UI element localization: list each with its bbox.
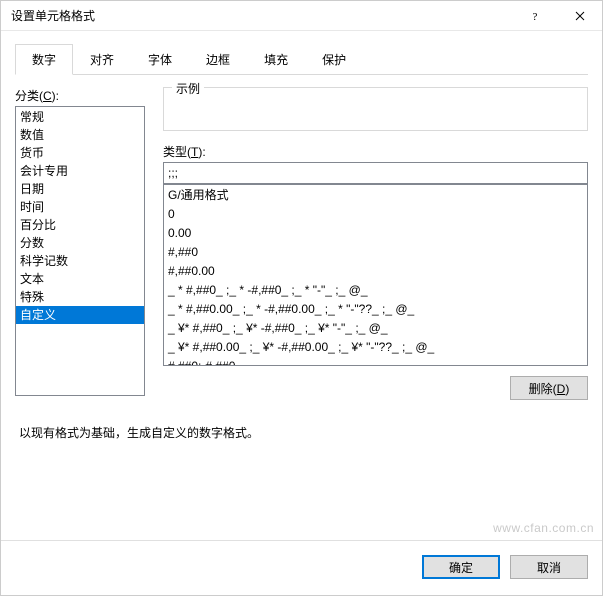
format-item[interactable]: _ ¥* #,##0_ ;_ ¥* -#,##0_ ;_ ¥* "-"_ ;_ …	[164, 319, 587, 338]
category-label-pre: 分类(	[15, 89, 43, 103]
tab-2[interactable]: 字体	[131, 44, 189, 75]
category-item[interactable]: 特殊	[16, 288, 144, 306]
window-title: 设置单元格格式	[1, 7, 512, 24]
tab-3[interactable]: 边框	[189, 44, 247, 75]
category-label-post: ):	[52, 89, 59, 103]
help-button[interactable]: ?	[512, 1, 557, 31]
delete-row: 删除(D)	[163, 376, 588, 400]
tab-0[interactable]: 数字	[15, 44, 73, 75]
help-icon: ?	[530, 11, 540, 21]
category-label-ak: C	[43, 89, 52, 103]
category-label: 分类(C):	[15, 87, 145, 104]
category-item[interactable]: 百分比	[16, 216, 144, 234]
footer-separator	[1, 540, 602, 541]
tab-4[interactable]: 填充	[247, 44, 305, 75]
category-item[interactable]: 科学记数	[16, 252, 144, 270]
category-item[interactable]: 分数	[16, 234, 144, 252]
type-label-post: ):	[198, 145, 205, 159]
category-panel: 分类(C): 常规数值货币会计专用日期时间百分比分数科学记数文本特殊自定义	[15, 87, 145, 400]
description-text: 以现有格式为基础，生成自定义的数字格式。	[19, 424, 584, 441]
format-item[interactable]: _ * #,##0.00_ ;_ * -#,##0.00_ ;_ * "-"??…	[164, 300, 587, 319]
close-button[interactable]	[557, 1, 602, 31]
category-item[interactable]: 数值	[16, 126, 144, 144]
format-item[interactable]: 0.00	[164, 224, 587, 243]
sample-group: 示例	[163, 87, 588, 131]
category-item[interactable]: 会计专用	[16, 162, 144, 180]
type-label-pre: 类型(	[163, 145, 191, 159]
type-input[interactable]	[163, 162, 588, 184]
ok-button[interactable]: 确定	[422, 555, 500, 579]
category-item[interactable]: 常规	[16, 108, 144, 126]
close-icon	[575, 11, 585, 21]
format-item[interactable]: G/通用格式	[164, 186, 587, 205]
format-item[interactable]: #,##0.00	[164, 262, 587, 281]
category-item[interactable]: 货币	[16, 144, 144, 162]
cancel-button[interactable]: 取消	[510, 555, 588, 579]
format-item[interactable]: _ ¥* #,##0.00_ ;_ ¥* -#,##0.00_ ;_ ¥* "-…	[164, 338, 587, 357]
tab-5[interactable]: 保护	[305, 44, 363, 75]
delete-button[interactable]: 删除(D)	[510, 376, 588, 400]
category-item[interactable]: 自定义	[16, 306, 144, 324]
category-list[interactable]: 常规数值货币会计专用日期时间百分比分数科学记数文本特殊自定义	[15, 106, 145, 396]
category-item[interactable]: 时间	[16, 198, 144, 216]
format-item[interactable]: #,##0	[164, 243, 587, 262]
format-panel: 示例 类型(T): G/通用格式00.00#,##0#,##0.00_ * #,…	[163, 87, 588, 400]
svg-text:?: ?	[532, 11, 537, 21]
format-item[interactable]: #,##0;-#,##0	[164, 357, 587, 366]
format-list[interactable]: G/通用格式00.00#,##0#,##0.00_ * #,##0_ ;_ * …	[163, 184, 588, 366]
watermark: www.cfan.com.cn	[493, 521, 594, 535]
tab-1[interactable]: 对齐	[73, 44, 131, 75]
tab-bar: 数字对齐字体边框填充保护	[15, 43, 588, 75]
sample-label: 示例	[172, 80, 204, 97]
sample-value	[164, 88, 587, 106]
dialog-footer: 确定 取消	[422, 555, 588, 579]
titlebar: 设置单元格格式 ?	[1, 1, 602, 31]
format-item[interactable]: _ * #,##0_ ;_ * -#,##0_ ;_ * "-"_ ;_ @_	[164, 281, 587, 300]
category-item[interactable]: 文本	[16, 270, 144, 288]
category-item[interactable]: 日期	[16, 180, 144, 198]
format-item[interactable]: 0	[164, 205, 587, 224]
content-area: 分类(C): 常规数值货币会计专用日期时间百分比分数科学记数文本特殊自定义 示例…	[1, 75, 602, 400]
type-label: 类型(T):	[163, 143, 588, 160]
